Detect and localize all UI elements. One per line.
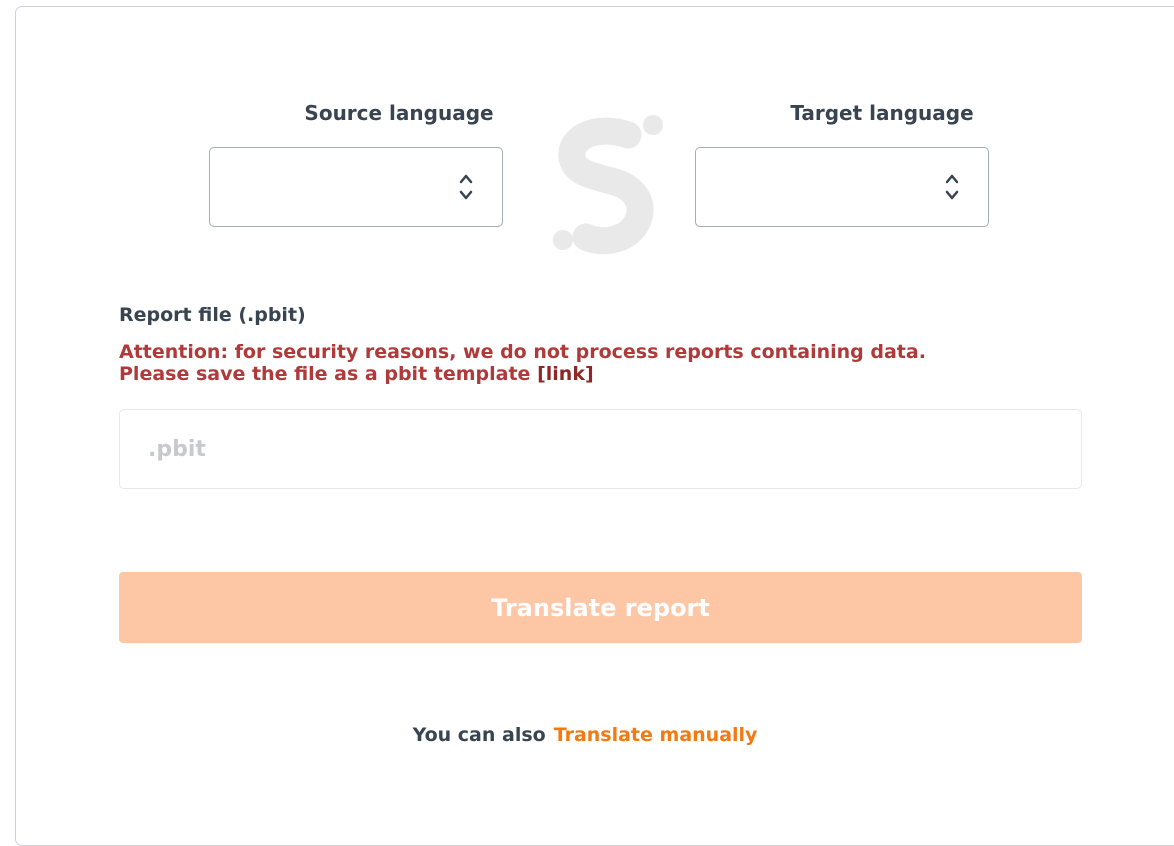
brand-s-logo (553, 115, 663, 255)
security-warning-line1: Attention: for security reasons, we do n… (119, 341, 926, 363)
target-language-label: Target language (790, 101, 974, 125)
target-language-select[interactable] (695, 147, 989, 227)
chevron-up-down-icon (459, 174, 473, 200)
report-file-label: Report file (.pbit) (119, 304, 306, 326)
security-warning-line2: Please save the file as a pbit template … (119, 363, 926, 385)
source-language-select[interactable] (209, 147, 503, 227)
chevron-up-down-icon (945, 174, 959, 200)
report-file-input[interactable] (119, 409, 1082, 489)
translate-report-button[interactable]: Translate report (119, 572, 1082, 643)
manual-translate-footer: You can also Translate manually (0, 724, 1170, 746)
security-warning: Attention: for security reasons, we do n… (119, 341, 926, 385)
security-warning-text: Please save the file as a pbit template (119, 363, 531, 385)
template-help-link[interactable]: [link] (537, 363, 594, 385)
source-language-label: Source language (304, 101, 494, 125)
translate-manually-link[interactable]: Translate manually (554, 724, 758, 746)
footer-prefix: You can also (412, 724, 546, 746)
